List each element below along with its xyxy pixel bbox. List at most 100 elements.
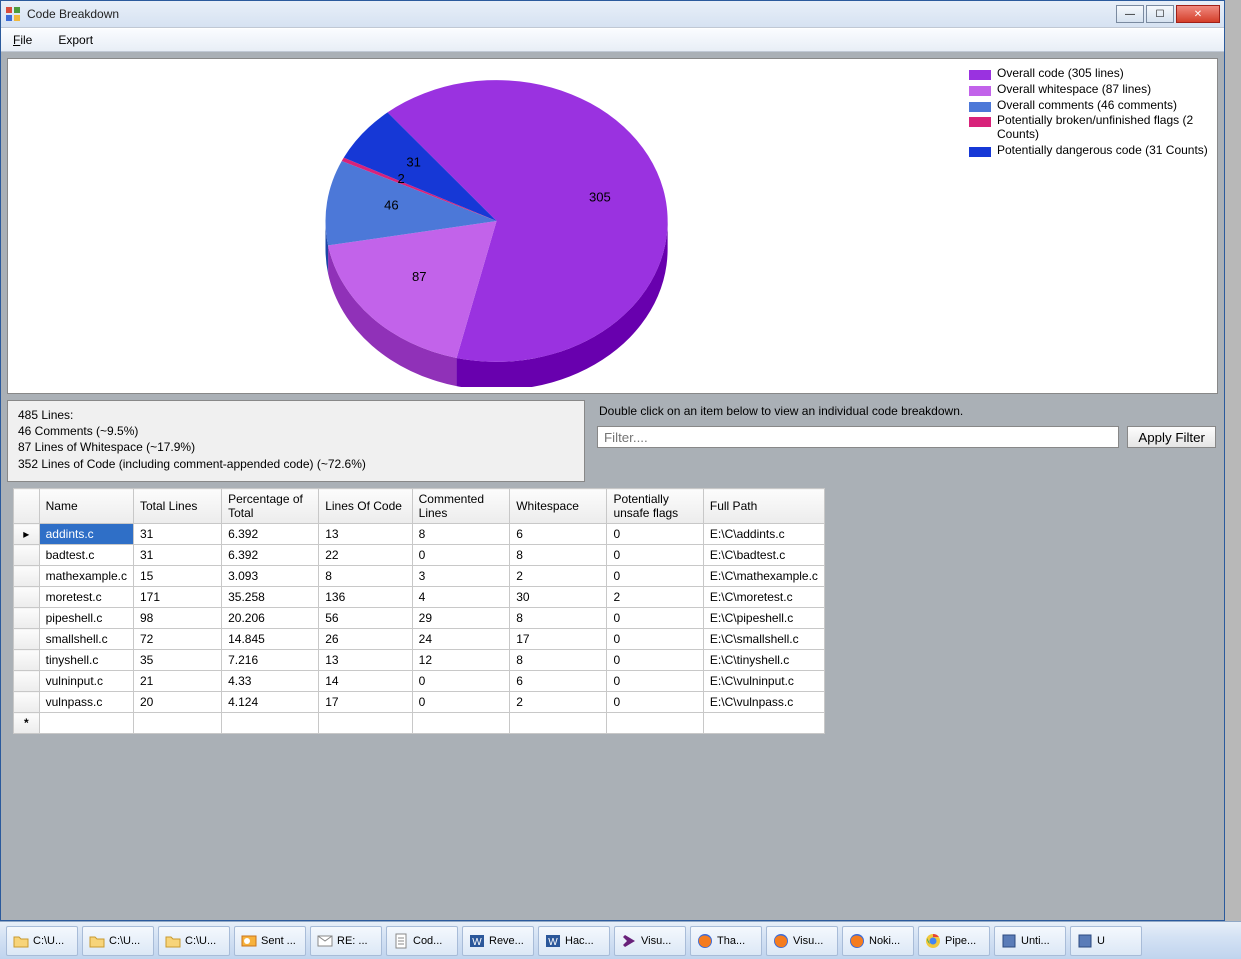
apply-filter-button[interactable]: Apply Filter <box>1127 426 1216 448</box>
cell-pct[interactable]: 35.258 <box>222 587 319 608</box>
pie-chart[interactable]: 3058746231 <box>8 59 965 393</box>
cell-ws[interactable]: 8 <box>510 545 607 566</box>
legend-item[interactable]: Overall whitespace (87 lines) <box>969 83 1211 97</box>
taskbar-item[interactable]: Sent ... <box>234 926 306 956</box>
cell-pct[interactable]: 4.124 <box>222 692 319 713</box>
cell-loc[interactable]: 22 <box>319 545 412 566</box>
col-total[interactable]: Total Lines <box>134 489 222 524</box>
taskbar-item[interactable]: WHac... <box>538 926 610 956</box>
menu-export[interactable]: Export <box>52 31 99 49</box>
table-row[interactable]: smallshell.c 72 14.845 26 24 17 0 E:\C\s… <box>14 629 825 650</box>
cell-path[interactable]: E:\C\vulnpass.c <box>703 692 824 713</box>
legend-item[interactable]: Overall comments (46 comments) <box>969 99 1211 113</box>
cell-ws[interactable]: 17 <box>510 629 607 650</box>
cell-loc[interactable]: 13 <box>319 524 412 545</box>
cell-loc[interactable]: 13 <box>319 650 412 671</box>
legend-item[interactable]: Overall code (305 lines) <box>969 67 1211 81</box>
menu-file[interactable]: File <box>7 31 38 49</box>
col-comm[interactable]: Commented Lines <box>412 489 510 524</box>
cell-total[interactable]: 171 <box>134 587 222 608</box>
cell-loc[interactable]: 56 <box>319 608 412 629</box>
cell-total[interactable]: 31 <box>134 524 222 545</box>
row-header[interactable] <box>14 650 40 671</box>
table-row[interactable]: mathexample.c 15 3.093 8 3 2 0 E:\C\math… <box>14 566 825 587</box>
row-header[interactable] <box>14 608 40 629</box>
cell-comm[interactable]: 3 <box>412 566 510 587</box>
cell-total[interactable]: 21 <box>134 671 222 692</box>
cell-path[interactable]: E:\C\mathexample.c <box>703 566 824 587</box>
cell-path[interactable]: E:\C\smallshell.c <box>703 629 824 650</box>
cell-path[interactable]: E:\C\addints.c <box>703 524 824 545</box>
col-name[interactable]: Name <box>39 489 133 524</box>
cell-comm[interactable]: 4 <box>412 587 510 608</box>
taskbar-item[interactable]: Cod... <box>386 926 458 956</box>
row-header[interactable] <box>14 566 40 587</box>
cell-pct[interactable]: 14.845 <box>222 629 319 650</box>
table-row[interactable]: vulnpass.c 20 4.124 17 0 2 0 E:\C\vulnpa… <box>14 692 825 713</box>
col-ws[interactable]: Whitespace <box>510 489 607 524</box>
table-row[interactable]: vulninput.c 21 4.33 14 0 6 0 E:\C\vulnin… <box>14 671 825 692</box>
cell-flags[interactable]: 0 <box>607 671 703 692</box>
row-header[interactable] <box>14 692 40 713</box>
cell-comm[interactable]: 24 <box>412 629 510 650</box>
cell-comm[interactable]: 0 <box>412 545 510 566</box>
taskbar-item[interactable]: Pipe... <box>918 926 990 956</box>
cell-total[interactable]: 31 <box>134 545 222 566</box>
taskbar-item[interactable]: RE: ... <box>310 926 382 956</box>
taskbar-item[interactable]: Visu... <box>614 926 686 956</box>
cell-pct[interactable]: 7.216 <box>222 650 319 671</box>
table-new-row[interactable]: * <box>14 713 825 734</box>
filter-input[interactable] <box>597 426 1119 448</box>
legend-item[interactable]: Potentially broken/unfinished flags (2 C… <box>969 114 1211 142</box>
cell-name[interactable]: badtest.c <box>39 545 133 566</box>
col-path[interactable]: Full Path <box>703 489 824 524</box>
table-row[interactable]: tinyshell.c 35 7.216 13 12 8 0 E:\C\tiny… <box>14 650 825 671</box>
taskbar-item[interactable]: WReve... <box>462 926 534 956</box>
taskbar-item[interactable]: C:\U... <box>158 926 230 956</box>
taskbar-item[interactable]: U <box>1070 926 1142 956</box>
taskbar-item[interactable]: Noki... <box>842 926 914 956</box>
cell-pct[interactable]: 4.33 <box>222 671 319 692</box>
cell-path[interactable]: E:\C\tinyshell.c <box>703 650 824 671</box>
cell-name[interactable]: pipeshell.c <box>39 608 133 629</box>
table-row[interactable]: moretest.c 171 35.258 136 4 30 2 E:\C\mo… <box>14 587 825 608</box>
cell-comm[interactable]: 29 <box>412 608 510 629</box>
row-header[interactable] <box>14 629 40 650</box>
cell-flags[interactable]: 0 <box>607 650 703 671</box>
cell-path[interactable]: E:\C\moretest.c <box>703 587 824 608</box>
cell-ws[interactable]: 6 <box>510 524 607 545</box>
cell-total[interactable]: 20 <box>134 692 222 713</box>
cell-pct[interactable]: 6.392 <box>222 524 319 545</box>
cell-pct[interactable]: 3.093 <box>222 566 319 587</box>
table-row[interactable]: pipeshell.c 98 20.206 56 29 8 0 E:\C\pip… <box>14 608 825 629</box>
taskbar-item[interactable]: Tha... <box>690 926 762 956</box>
cell-path[interactable]: E:\C\badtest.c <box>703 545 824 566</box>
cell-loc[interactable]: 17 <box>319 692 412 713</box>
cell-pct[interactable]: 20.206 <box>222 608 319 629</box>
table-row[interactable]: ▸ addints.c 31 6.392 13 8 6 0 E:\C\addin… <box>14 524 825 545</box>
cell-flags[interactable]: 0 <box>607 545 703 566</box>
cell-flags[interactable]: 0 <box>607 566 703 587</box>
cell-path[interactable]: E:\C\vulninput.c <box>703 671 824 692</box>
taskbar-item[interactable]: Unti... <box>994 926 1066 956</box>
col-pct[interactable]: Percentage of Total <box>222 489 319 524</box>
cell-loc[interactable]: 14 <box>319 671 412 692</box>
cell-comm[interactable]: 12 <box>412 650 510 671</box>
cell-ws[interactable]: 8 <box>510 608 607 629</box>
taskbar-item[interactable]: Visu... <box>766 926 838 956</box>
cell-total[interactable]: 98 <box>134 608 222 629</box>
cell-flags[interactable]: 0 <box>607 524 703 545</box>
row-header[interactable] <box>14 545 40 566</box>
cell-name[interactable]: tinyshell.c <box>39 650 133 671</box>
row-header[interactable]: ▸ <box>14 524 40 545</box>
cell-comm[interactable]: 0 <box>412 692 510 713</box>
cell-ws[interactable]: 30 <box>510 587 607 608</box>
cell-comm[interactable]: 0 <box>412 671 510 692</box>
cell-total[interactable]: 72 <box>134 629 222 650</box>
cell-comm[interactable]: 8 <box>412 524 510 545</box>
cell-name[interactable]: mathexample.c <box>39 566 133 587</box>
cell-name[interactable]: moretest.c <box>39 587 133 608</box>
cell-ws[interactable]: 2 <box>510 692 607 713</box>
table-row[interactable]: badtest.c 31 6.392 22 0 8 0 E:\C\badtest… <box>14 545 825 566</box>
cell-flags[interactable]: 0 <box>607 608 703 629</box>
